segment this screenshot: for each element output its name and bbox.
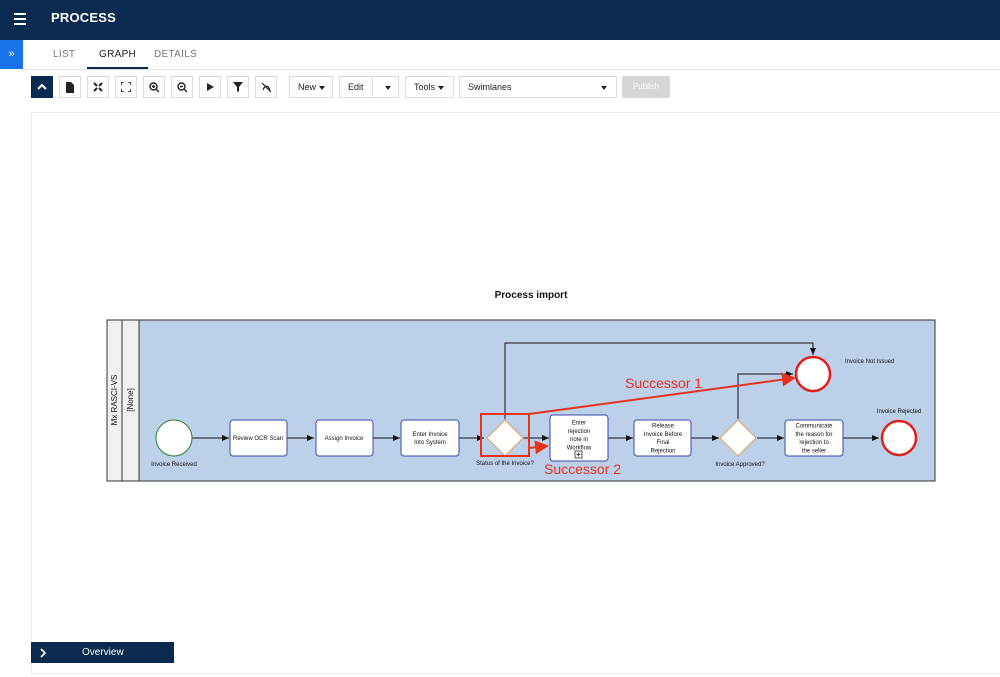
- lane-label: [None]: [126, 388, 135, 412]
- diagram-title: Process import: [495, 290, 568, 301]
- task-release-invoice[interactable]: Release Invoice Before Final Rejection: [633, 419, 692, 457]
- end-event-rejected[interactable]: [880, 419, 918, 457]
- end-event-rejected-label: Invoice Rejected: [877, 409, 921, 415]
- task-review-ocr-scan[interactable]: Review OCR Scan: [229, 419, 288, 457]
- end-event-not-issued[interactable]: [794, 355, 832, 393]
- subprocess-rejection-note[interactable]: Enter rejection note in Workflow: [549, 414, 609, 462]
- end-event-not-issued-label: Invoice Not Issued: [845, 359, 894, 365]
- task-label: Review OCR Scan: [233, 436, 283, 442]
- task-label: Assign Invoice: [325, 436, 364, 442]
- task-enter-invoice[interactable]: Enter Invoice Into System: [400, 419, 460, 457]
- pool-label: Mx RASCI-VS: [110, 375, 119, 426]
- start-event[interactable]: [155, 419, 193, 457]
- chevron-right-icon: [39, 642, 47, 666]
- successor-1-label: Successor 1: [625, 375, 702, 391]
- successor-2-label: Successor 2: [544, 461, 621, 477]
- process-diagram: Process import Mx RASCI-VS [None] Invoic…: [106, 290, 936, 482]
- gateway-approved-label: Invoice Approved?: [715, 462, 765, 468]
- start-event-label: Invoice Received: [151, 462, 197, 468]
- task-assign-invoice[interactable]: Assign Invoice: [315, 419, 374, 457]
- gateway-status-label: Status of the Invoice?: [476, 461, 534, 467]
- task-communicate-reason[interactable]: Communicate the reason for rejection to the…: [784, 419, 844, 457]
- lane: [138, 319, 936, 482]
- overview-panel-toggle[interactable]: Overview: [31, 642, 174, 663]
- overview-label: Overview: [82, 647, 124, 658]
